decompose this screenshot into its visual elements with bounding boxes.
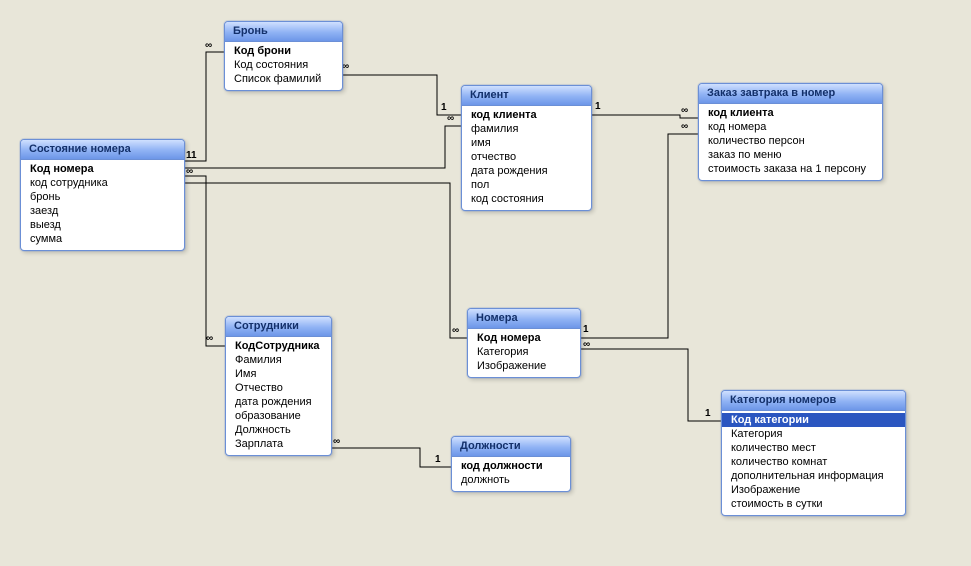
field[interactable]: количество персон	[699, 134, 882, 148]
field-list: Код номера Категория Изображение	[468, 329, 580, 377]
card-label: 1	[595, 101, 601, 112]
field[interactable]: имя	[462, 136, 591, 150]
field-pk[interactable]: Код брони	[225, 44, 342, 58]
field[interactable]: пол	[462, 178, 591, 192]
field[interactable]: стоимость заказа на 1 персону	[699, 162, 882, 176]
field[interactable]: код сотрудника	[21, 176, 184, 190]
entity-title[interactable]: Заказ завтрака в номер	[699, 84, 882, 104]
field[interactable]: должноть	[452, 473, 570, 487]
field[interactable]: Должность	[226, 423, 331, 437]
card-label: 1	[583, 324, 589, 335]
field[interactable]: Фамилия	[226, 353, 331, 367]
field-list: Код категории Категория количество мест …	[722, 411, 905, 515]
field[interactable]: стоимость в сутки	[722, 497, 905, 511]
entity-client[interactable]: Клиент код клиента фамилия имя отчество …	[461, 85, 592, 211]
entity-title[interactable]: Номера	[468, 309, 580, 329]
field-pk[interactable]: Код категории	[722, 413, 905, 427]
field-pk[interactable]: КодСотрудника	[226, 339, 331, 353]
field[interactable]: Имя	[226, 367, 331, 381]
field-list: код должности должноть	[452, 457, 570, 491]
field[interactable]: фамилия	[462, 122, 591, 136]
card-label: ∞	[681, 105, 688, 116]
field-pk[interactable]: Код номера	[21, 162, 184, 176]
field[interactable]: код состояния	[462, 192, 591, 206]
field[interactable]: Список фамилий	[225, 72, 342, 86]
field[interactable]: Код состояния	[225, 58, 342, 72]
field[interactable]: отчество	[462, 150, 591, 164]
field[interactable]: сумма	[21, 232, 184, 246]
field-pk[interactable]: код клиента	[699, 106, 882, 120]
field[interactable]: Изображение	[722, 483, 905, 497]
field[interactable]: Отчество	[226, 381, 331, 395]
field[interactable]: Зарплата	[226, 437, 331, 451]
card-label: ∞	[681, 121, 688, 132]
card-label: 1	[435, 454, 441, 465]
card-label: ∞	[452, 325, 459, 336]
entity-rooms[interactable]: Номера Код номера Категория Изображение	[467, 308, 581, 378]
field[interactable]: бронь	[21, 190, 184, 204]
entity-title[interactable]: Состояние номера	[21, 140, 184, 160]
field-list: Код номера код сотрудника бронь заезд вы…	[21, 160, 184, 250]
card-label: 11	[186, 150, 197, 161]
field-pk[interactable]: Код номера	[468, 331, 580, 345]
field-list: код клиента код номера количество персон…	[699, 104, 882, 180]
card-label: ∞	[205, 40, 212, 51]
card-label: 1	[441, 102, 447, 113]
field[interactable]: количество мест	[722, 441, 905, 455]
card-label: 1	[705, 408, 711, 419]
entity-breakfast-order[interactable]: Заказ завтрака в номер код клиента код н…	[698, 83, 883, 181]
entity-room-state[interactable]: Состояние номера Код номера код сотрудни…	[20, 139, 185, 251]
field[interactable]: Категория	[722, 427, 905, 441]
field-list: Код брони Код состояния Список фамилий	[225, 42, 342, 90]
card-label: ∞	[206, 333, 213, 344]
er-diagram-canvas[interactable]: 11 ∞ ∞ ∞ ∞ ∞ ∞ 1 1 ∞ 1 ∞ ∞ 1 ∞ 1 Состоян…	[0, 0, 971, 566]
card-label: ∞	[186, 166, 193, 177]
field[interactable]: дополнительная информация	[722, 469, 905, 483]
field[interactable]: Изображение	[468, 359, 580, 373]
field[interactable]: дата рождения	[462, 164, 591, 178]
card-label: ∞	[583, 339, 590, 350]
entity-title[interactable]: Сотрудники	[226, 317, 331, 337]
entity-title[interactable]: Клиент	[462, 86, 591, 106]
entity-booking[interactable]: Бронь Код брони Код состояния Список фам…	[224, 21, 343, 91]
entity-title[interactable]: Должности	[452, 437, 570, 457]
card-label: ∞	[447, 113, 454, 124]
entity-room-category[interactable]: Категория номеров Код категории Категори…	[721, 390, 906, 516]
field-pk[interactable]: код клиента	[462, 108, 591, 122]
entity-positions[interactable]: Должности код должности должноть	[451, 436, 571, 492]
field[interactable]: заказ по меню	[699, 148, 882, 162]
field[interactable]: дата рождения	[226, 395, 331, 409]
field-pk[interactable]: код должности	[452, 459, 570, 473]
field-list: код клиента фамилия имя отчество дата ро…	[462, 106, 591, 210]
field-list: КодСотрудника Фамилия Имя Отчество дата …	[226, 337, 331, 455]
field[interactable]: количество комнат	[722, 455, 905, 469]
card-label: ∞	[333, 436, 340, 447]
field[interactable]: заезд	[21, 204, 184, 218]
entity-title[interactable]: Категория номеров	[722, 391, 905, 411]
field[interactable]: образование	[226, 409, 331, 423]
card-label: ∞	[342, 61, 349, 72]
field[interactable]: Категория	[468, 345, 580, 359]
field[interactable]: выезд	[21, 218, 184, 232]
entity-employees[interactable]: Сотрудники КодСотрудника Фамилия Имя Отч…	[225, 316, 332, 456]
entity-title[interactable]: Бронь	[225, 22, 342, 42]
field[interactable]: код номера	[699, 120, 882, 134]
